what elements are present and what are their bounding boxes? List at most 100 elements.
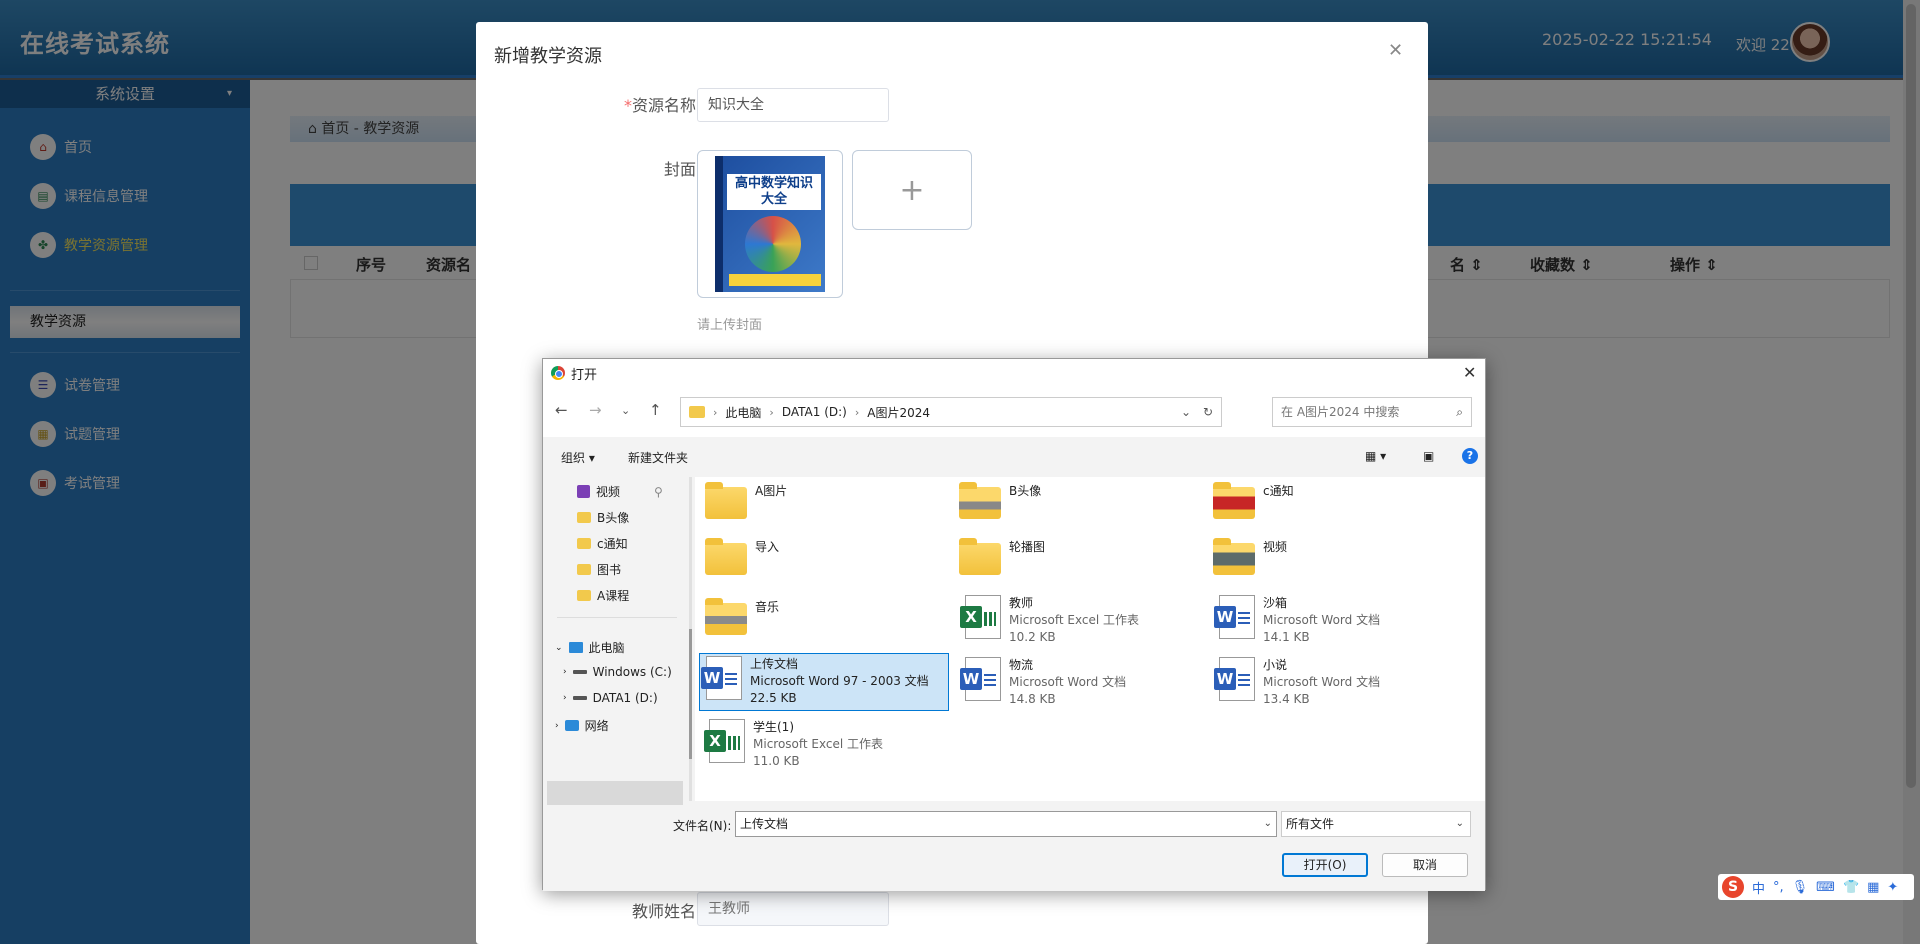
- open-file-dialog: 打开 ✕ ← → ⌄ ↑ › 此电脑 › DATA1 (D:) › A图片202…: [542, 358, 1486, 891]
- search-input[interactable]: 在 A图片2024 中搜索 ⌕: [1272, 397, 1472, 427]
- cancel-button[interactable]: 取消: [1382, 853, 1468, 877]
- more-icon[interactable]: ✦: [1887, 880, 1898, 895]
- nav-item-label: Windows (C:): [592, 665, 672, 679]
- nav-item-drive-c[interactable]: › Windows (C:): [563, 665, 672, 679]
- dialog-toolbar: 组织 ▾ 新建文件夹 ▦ ▾ ▣ ?: [543, 445, 1485, 469]
- nav-item-video[interactable]: 视频 ⚲: [577, 483, 663, 500]
- pin-icon: ⚲: [654, 484, 663, 499]
- address-segment[interactable]: DATA1 (D:): [782, 405, 847, 419]
- file-name: 学生(1): [753, 720, 794, 734]
- file-name: 视频: [1263, 540, 1288, 554]
- collapsed-chevron-icon[interactable]: ›: [563, 693, 567, 703]
- filename-input[interactable]: 上传文档 ⌄: [735, 811, 1277, 837]
- file-type: Microsoft Excel 工作表: [753, 737, 884, 751]
- file-item-folder[interactable]: 音乐: [705, 598, 779, 635]
- filename-value: 上传文档: [740, 817, 789, 831]
- file-type: Microsoft Word 97 - 2003 文档: [750, 674, 929, 688]
- filetype-select[interactable]: 所有文件 ⌄: [1281, 811, 1471, 837]
- nav-item-books[interactable]: 图书: [577, 561, 621, 578]
- file-item-word[interactable]: W 沙箱 Microsoft Word 文档 14.1 KB: [1214, 595, 1381, 646]
- book-title: 高中数学知识大全: [727, 174, 821, 210]
- file-item-excel[interactable]: X 学生(1) Microsoft Excel 工作表 11.0 KB: [704, 719, 884, 770]
- file-size: 14.8 KB: [1009, 692, 1056, 706]
- open-button[interactable]: 打开(O): [1282, 853, 1368, 877]
- add-cover-button[interactable]: +: [852, 150, 972, 230]
- file-item-folder[interactable]: 导入: [705, 538, 779, 575]
- book-banner: [729, 274, 821, 286]
- help-icon[interactable]: ?: [1462, 448, 1478, 464]
- back-arrow-icon[interactable]: ←: [555, 401, 568, 419]
- preview-pane-icon[interactable]: ▣: [1423, 449, 1434, 463]
- folder-icon: [689, 406, 705, 418]
- nav-item-label: A课程: [597, 589, 630, 603]
- nav-item-this-pc[interactable]: ⌄ 此电脑: [555, 639, 625, 656]
- address-segment[interactable]: A图片2024: [867, 404, 930, 421]
- close-icon[interactable]: ✕: [1388, 40, 1403, 61]
- file-type: Microsoft Word 文档: [1263, 613, 1381, 627]
- sogou-ime-icon[interactable]: S: [1722, 876, 1744, 898]
- folder-icon: [577, 538, 591, 549]
- folder-icon: [705, 538, 747, 575]
- file-item-excel[interactable]: X 教师 Microsoft Excel 工作表 10.2 KB: [960, 595, 1139, 646]
- nav-pane-scrollbar-thumb[interactable]: [689, 629, 692, 759]
- address-dropdown-icon[interactable]: ⌄: [1181, 398, 1191, 426]
- file-item-folder[interactable]: A图片: [705, 482, 787, 519]
- search-placeholder: 在 A图片2024 中搜索: [1281, 405, 1400, 419]
- nav-item-drive-d[interactable]: › DATA1 (D:): [563, 691, 658, 705]
- pc-icon: [568, 642, 583, 653]
- ime-mode[interactable]: 中: [1752, 878, 1765, 897]
- new-folder-button[interactable]: 新建文件夹: [628, 449, 688, 466]
- address-separator: ›: [713, 405, 718, 419]
- punctuation-icon[interactable]: °,: [1773, 880, 1784, 895]
- keyboard-icon[interactable]: ⌨: [1816, 880, 1835, 895]
- dialog-footer: 文件名(N): 上传文档 ⌄ 所有文件 ⌄ 打开(O) 取消: [543, 805, 1485, 891]
- dialog-titlebar[interactable]: 打开 ✕: [543, 359, 1485, 387]
- file-item-folder[interactable]: 视频: [1213, 538, 1288, 575]
- view-options-icon[interactable]: ▦ ▾: [1365, 449, 1386, 463]
- recent-chevron-icon[interactable]: ⌄: [621, 404, 630, 417]
- collapsed-chevron-icon[interactable]: ›: [555, 721, 559, 731]
- close-icon[interactable]: ✕: [1463, 363, 1476, 382]
- file-item-folder[interactable]: c通知: [1213, 482, 1294, 519]
- modal-title: 新增教学资源: [494, 46, 602, 67]
- file-item-folder[interactable]: 轮播图: [959, 538, 1045, 575]
- ime-toolbar[interactable]: S 中 °, 🎙 ⌨ 👕 ▦ ✦: [1718, 874, 1914, 900]
- microphone-icon[interactable]: 🎙: [1792, 880, 1809, 895]
- refresh-icon[interactable]: ↻: [1203, 398, 1213, 426]
- nav-item-b-avatar[interactable]: B头像: [577, 509, 629, 526]
- address-segment[interactable]: 此电脑: [725, 404, 761, 421]
- chevron-down-icon[interactable]: ⌄: [1264, 812, 1272, 836]
- file-name: B头像: [1009, 484, 1042, 498]
- nav-item-network[interactable]: › 网络: [555, 717, 609, 734]
- nav-item-label: B头像: [597, 511, 630, 525]
- cover-label: 封面: [663, 160, 696, 179]
- resource-name-input[interactable]: 知识大全: [697, 88, 889, 122]
- expanded-chevron-icon[interactable]: ⌄: [555, 643, 563, 653]
- folder-icon: [705, 482, 747, 519]
- file-item-word[interactable]: W 小说 Microsoft Word 文档 13.4 KB: [1214, 657, 1380, 708]
- up-arrow-icon[interactable]: ↑: [649, 401, 662, 419]
- forward-arrow-icon[interactable]: →: [589, 401, 602, 419]
- file-size: 22.5 KB: [750, 691, 797, 705]
- file-list: A图片 B头像 c通知 导入 轮播图 视频 音乐 X 教师 Microsoft Ex…: [695, 477, 1485, 801]
- video-folder-icon: [577, 485, 590, 498]
- nav-item-label: 此电脑: [588, 641, 625, 655]
- skin-icon[interactable]: 👕: [1843, 880, 1859, 895]
- resource-name-label-text: 资源名称: [631, 96, 696, 115]
- file-item-word[interactable]: W 物流 Microsoft Word 文档 14.8 KB: [960, 657, 1126, 708]
- image-folder-icon: [1213, 482, 1255, 519]
- navigation-bar: ← → ⌄ ↑ › 此电脑 › DATA1 (D:) › A图片2024 ⌄ ↻…: [543, 387, 1485, 437]
- collapsed-chevron-icon[interactable]: ›: [563, 667, 567, 677]
- file-item-folder[interactable]: B头像: [959, 482, 1042, 519]
- file-item-word-selected[interactable]: W 上传文档 Microsoft Word 97 - 2003 文档 22.5 KB: [699, 653, 949, 711]
- nav-item-a-course[interactable]: A课程: [577, 587, 629, 604]
- teacher-name-input[interactable]: 王教师: [697, 892, 889, 926]
- book-cover-image: 高中数学知识大全: [715, 156, 825, 292]
- folder-icon: [577, 564, 591, 575]
- organize-menu[interactable]: 组织 ▾: [561, 449, 595, 466]
- toolbox-icon[interactable]: ▦: [1867, 880, 1879, 895]
- cover-image[interactable]: 高中数学知识大全: [697, 150, 843, 298]
- nav-item-label: 图书: [597, 563, 622, 577]
- nav-item-c-notice[interactable]: c通知: [577, 535, 628, 552]
- address-bar[interactable]: › 此电脑 › DATA1 (D:) › A图片2024 ⌄ ↻: [680, 397, 1222, 427]
